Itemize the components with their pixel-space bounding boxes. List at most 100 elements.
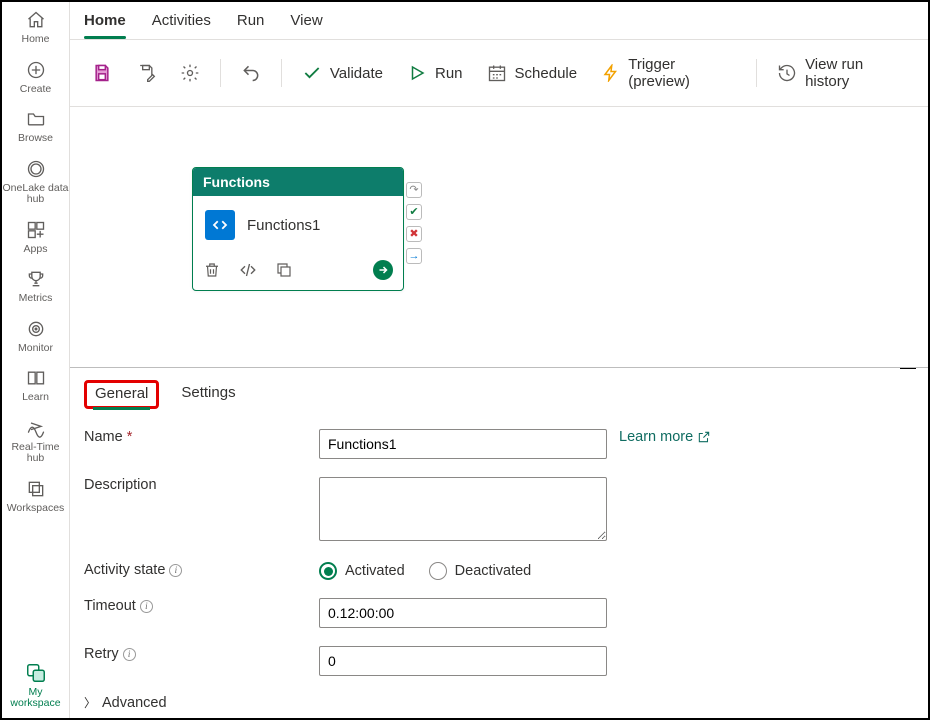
settings-button[interactable] bbox=[172, 57, 208, 89]
tab-activities-label: Activities bbox=[152, 12, 211, 29]
rail-monitor[interactable]: Monitor bbox=[2, 317, 69, 355]
required-indicator: * bbox=[127, 429, 133, 445]
code-view-icon[interactable] bbox=[239, 261, 257, 279]
tab-settings-label: Settings bbox=[181, 384, 235, 401]
pipeline-canvas[interactable]: Functions Functions1 ↷ ✔ ✖ → bbox=[70, 107, 928, 367]
target-icon bbox=[24, 317, 48, 341]
label-name: Name * bbox=[84, 429, 319, 445]
label-activity-state: Activity state i bbox=[84, 562, 319, 578]
activity-card-functions[interactable]: Functions Functions1 bbox=[192, 167, 404, 291]
schedule-button[interactable]: Schedule bbox=[479, 57, 586, 89]
rail-browse[interactable]: Browse bbox=[2, 107, 69, 145]
book-icon bbox=[24, 366, 48, 390]
my-workspace-icon bbox=[24, 661, 48, 685]
activity-state-radio-group: Activated Deactivated bbox=[319, 562, 607, 580]
activity-name: Functions1 bbox=[247, 217, 320, 234]
rail-apps[interactable]: Apps bbox=[2, 218, 69, 256]
rail-realtime-label: Real-Time hub bbox=[2, 442, 69, 465]
calendar-icon bbox=[487, 63, 507, 83]
tab-run-label: Run bbox=[237, 12, 265, 29]
rail-onelake-label: OneLake data hub bbox=[2, 183, 69, 206]
rail-home[interactable]: Home bbox=[2, 8, 69, 46]
undo-button[interactable] bbox=[233, 57, 269, 89]
trophy-icon bbox=[24, 267, 48, 291]
info-icon[interactable]: i bbox=[169, 564, 182, 577]
toolbar-separator bbox=[220, 59, 221, 87]
tab-view-label: View bbox=[290, 12, 322, 29]
stream-icon bbox=[24, 416, 48, 440]
run-button[interactable]: Run bbox=[399, 57, 471, 89]
row-retry: Retry i bbox=[84, 646, 914, 676]
save-button[interactable] bbox=[84, 57, 120, 89]
rail-my-workspace[interactable]: My workspace bbox=[2, 661, 69, 710]
tab-home[interactable]: Home bbox=[84, 6, 126, 39]
activity-header: Functions bbox=[193, 168, 403, 196]
rail-metrics-label: Metrics bbox=[19, 293, 53, 305]
copy-icon[interactable] bbox=[275, 261, 293, 279]
learn-more-label: Learn more bbox=[619, 429, 693, 445]
timeout-input[interactable] bbox=[319, 598, 607, 628]
undo-icon bbox=[241, 63, 261, 83]
validate-button[interactable]: Validate bbox=[294, 57, 391, 89]
tab-settings[interactable]: Settings bbox=[179, 380, 237, 409]
delete-icon[interactable] bbox=[203, 261, 221, 279]
activity-footer bbox=[193, 254, 403, 290]
tab-view[interactable]: View bbox=[290, 6, 322, 39]
rail-create[interactable]: Create bbox=[2, 58, 69, 96]
ribbon-tabs: Home Activities Run View bbox=[70, 2, 928, 40]
rail-metrics[interactable]: Metrics bbox=[2, 267, 69, 305]
trigger-label: Trigger (preview) bbox=[628, 56, 736, 90]
advanced-toggle[interactable]: 〉 Advanced bbox=[84, 694, 914, 711]
toolbar-separator bbox=[756, 59, 757, 87]
gear-icon bbox=[180, 63, 200, 83]
activity-body: Functions1 bbox=[193, 196, 403, 254]
label-description: Description bbox=[84, 477, 319, 493]
rail-workspaces[interactable]: Workspaces bbox=[2, 477, 69, 515]
info-icon[interactable]: i bbox=[140, 600, 153, 613]
connector-fail-icon[interactable]: ✖ bbox=[406, 226, 422, 242]
name-input[interactable] bbox=[319, 429, 607, 459]
tab-run[interactable]: Run bbox=[237, 6, 265, 39]
validate-label: Validate bbox=[330, 65, 383, 82]
rail-home-label: Home bbox=[21, 34, 49, 46]
connector-skip-icon[interactable]: ↷ bbox=[406, 182, 422, 198]
radio-activated[interactable]: Activated bbox=[319, 562, 405, 580]
connector-completion-icon[interactable]: → bbox=[406, 248, 422, 264]
tab-general-highlight: General bbox=[84, 380, 159, 409]
row-activity-state: Activity state i Activated Deactivated bbox=[84, 562, 914, 580]
rail-learn[interactable]: Learn bbox=[2, 366, 69, 404]
row-name: Name * Learn more bbox=[84, 429, 914, 459]
properties-tabs: General Settings bbox=[70, 368, 928, 409]
rail-onelake[interactable]: OneLake data hub bbox=[2, 157, 69, 206]
tab-home-label: Home bbox=[84, 12, 126, 29]
play-icon bbox=[407, 63, 427, 83]
radio-activated-label: Activated bbox=[345, 563, 405, 579]
rail-learn-label: Learn bbox=[22, 392, 49, 404]
description-input[interactable] bbox=[319, 477, 607, 541]
schedule-label: Schedule bbox=[515, 65, 578, 82]
rail-my-workspace-label: My workspace bbox=[2, 687, 69, 710]
learn-more-link[interactable]: Learn more bbox=[619, 429, 711, 445]
info-icon[interactable]: i bbox=[123, 648, 136, 661]
row-description: Description bbox=[84, 477, 914, 544]
history-button[interactable]: View run history bbox=[769, 50, 914, 96]
properties-form: Name * Learn more Description Activity s… bbox=[70, 409, 928, 718]
label-timeout: Timeout i bbox=[84, 598, 319, 614]
continue-icon[interactable] bbox=[373, 260, 393, 280]
toolbar-separator bbox=[281, 59, 282, 87]
rail-create-label: Create bbox=[20, 84, 52, 96]
stack-icon bbox=[24, 477, 48, 501]
save-as-button[interactable] bbox=[128, 57, 164, 89]
connector-success-icon[interactable]: ✔ bbox=[406, 204, 422, 220]
retry-input[interactable] bbox=[319, 646, 607, 676]
home-icon bbox=[24, 8, 48, 32]
external-link-icon bbox=[697, 430, 711, 444]
left-nav-rail: Home Create Browse OneLake data hub Apps… bbox=[2, 2, 70, 718]
chevron-right-icon: 〉 bbox=[84, 694, 96, 711]
tab-general[interactable]: General bbox=[93, 381, 150, 410]
trigger-button[interactable]: Trigger (preview) bbox=[593, 50, 744, 96]
radio-deactivated[interactable]: Deactivated bbox=[429, 562, 532, 580]
tab-activities[interactable]: Activities bbox=[152, 6, 211, 39]
rail-realtime[interactable]: Real-Time hub bbox=[2, 416, 69, 465]
radio-deactivated-label: Deactivated bbox=[455, 563, 532, 579]
